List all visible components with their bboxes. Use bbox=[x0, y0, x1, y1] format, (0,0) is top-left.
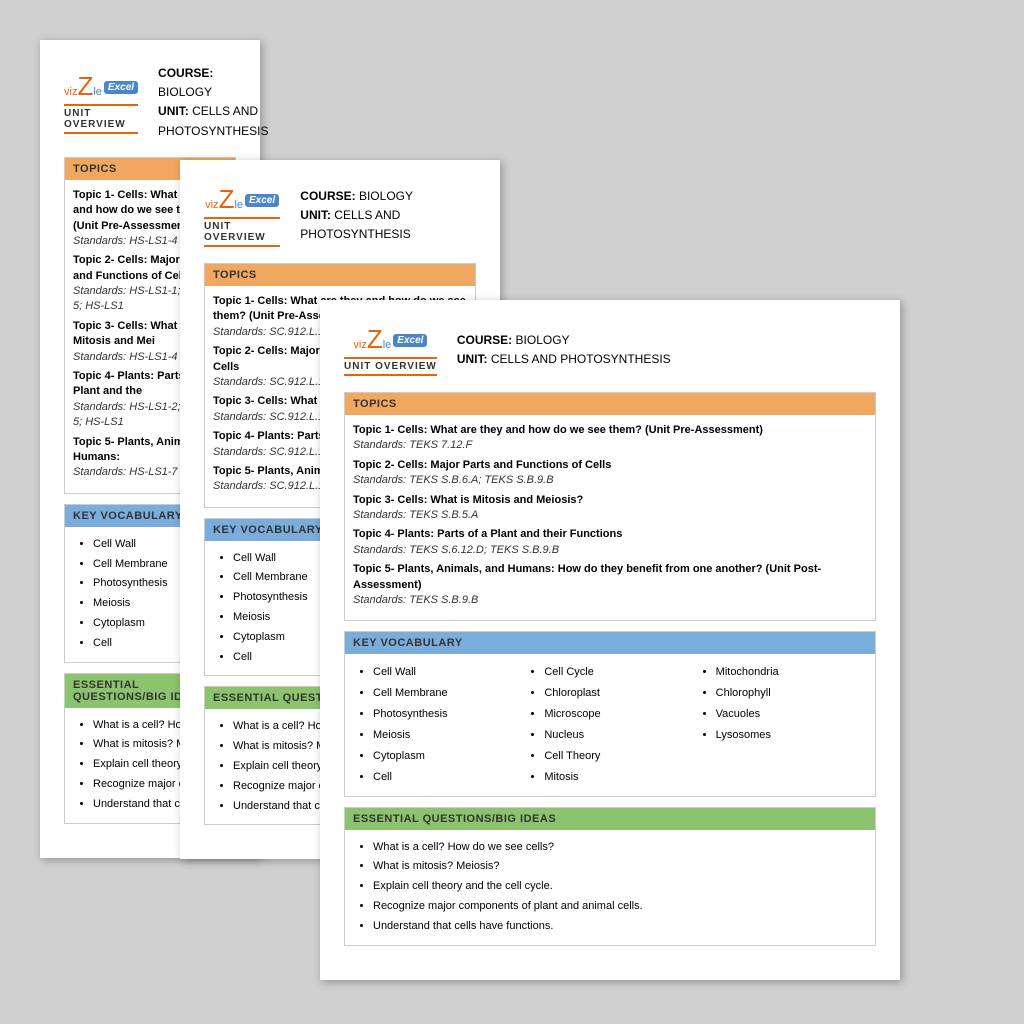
logo-viz-2: viz bbox=[205, 199, 218, 211]
unit-overview-label-3: UNIT OVERVIEW bbox=[344, 357, 437, 376]
course-label-3: COURSE: bbox=[457, 333, 512, 347]
vocab-item: Mitochondria bbox=[716, 662, 867, 683]
course-label-2: COURSE: bbox=[300, 189, 355, 203]
topics-section-3: TOPICS Topic 1- Cells: What are they and… bbox=[344, 392, 876, 621]
logo-area-1: vizZleExcel UNIT OVERVIEW bbox=[64, 71, 138, 134]
vocab-item: Nucleus bbox=[544, 725, 695, 746]
topics-header-3: TOPICS bbox=[345, 393, 875, 415]
essential-body-3: What is a cell? How do we see cells? Wha… bbox=[345, 830, 875, 945]
unit-overview-label-1: UNIT OVERVIEW bbox=[64, 104, 138, 134]
main-wrapper: vizZleExcel UNIT OVERVIEW COURSE: Biolog… bbox=[20, 20, 930, 1000]
unit-overview-label-2: UNIT OVERVIEW bbox=[204, 217, 280, 247]
topic-3-4-title: Topic 4- Plants: Parts of a Plant and th… bbox=[353, 527, 867, 542]
unit-label-2: UNIT: bbox=[300, 208, 331, 222]
logo-le-1: le bbox=[93, 86, 102, 98]
logo-le-3: le bbox=[383, 339, 392, 351]
topic-3-2-std: Standards: TEKS S.B.6.A; TEKS S.B.9.B bbox=[353, 473, 867, 488]
essential-header-3: ESSENTIAL QUESTIONS/BIG IDEAS bbox=[345, 808, 875, 830]
logo-excel-1: Excel bbox=[104, 81, 138, 94]
course-line-2: COURSE: Biology bbox=[300, 187, 476, 206]
course-info-2: COURSE: Biology UNIT: Cells and Photosyn… bbox=[300, 187, 476, 245]
course-value-1: Biology bbox=[158, 85, 212, 99]
logo-area-3: vizZleExcel UNIT OVERVIEW bbox=[344, 324, 437, 376]
course-label-1: COURSE: bbox=[158, 66, 213, 80]
topics-body-3: Topic 1- Cells: What are they and how do… bbox=[345, 415, 875, 620]
essential-item: Understand that cells have functions. bbox=[373, 917, 867, 937]
vocab-item: Cytoplasm bbox=[373, 746, 524, 767]
topic-3-4: Topic 4- Plants: Parts of a Plant and th… bbox=[353, 527, 867, 558]
essential-section-3: ESSENTIAL QUESTIONS/BIG IDEAS What is a … bbox=[344, 807, 876, 946]
logo-z-3: Z bbox=[367, 324, 383, 354]
vocab-grid-3: Cell Wall Cell Membrane Photosynthesis M… bbox=[353, 662, 867, 787]
unit-value-3: Cells and Photosynthesis bbox=[491, 352, 671, 366]
vocab-item: Chlorophyll bbox=[716, 683, 867, 704]
unit-line-3: UNIT: Cells and Photosynthesis bbox=[457, 350, 671, 369]
logo-z-1: Z bbox=[77, 71, 93, 101]
course-line-3: COURSE: Biology bbox=[457, 331, 671, 350]
header-2: vizZleExcel UNIT OVERVIEW COURSE: Biolog… bbox=[204, 184, 476, 247]
course-value-3: Biology bbox=[516, 333, 570, 347]
topic-3-2: Topic 2- Cells: Major Parts and Function… bbox=[353, 458, 867, 489]
vocab-item: Lysosomes bbox=[716, 725, 867, 746]
essential-item: Explain cell theory and the cell cycle. bbox=[373, 877, 867, 897]
vocab-col-1: Cell Wall Cell Membrane Photosynthesis M… bbox=[353, 662, 524, 787]
topic-3-3: Topic 3- Cells: What is Mitosis and Meio… bbox=[353, 493, 867, 524]
vocab-item: Microscope bbox=[544, 704, 695, 725]
course-value-2: Biology bbox=[359, 189, 413, 203]
essential-list-3: What is a cell? How do we see cells? Wha… bbox=[353, 838, 867, 937]
topic-3-3-std: Standards: TEKS S.B.5.A bbox=[353, 508, 867, 523]
topic-3-1-std: Standards: TEKS 7.12.F bbox=[353, 438, 867, 453]
topic-3-2-title: Topic 2- Cells: Major Parts and Function… bbox=[353, 458, 867, 473]
topic-3-1: Topic 1- Cells: What are they and how do… bbox=[353, 423, 867, 454]
unit-line-2: UNIT: Cells and Photosynthesis bbox=[300, 206, 476, 244]
vocab-item: Vacuoles bbox=[716, 704, 867, 725]
logo-viz-3: viz bbox=[353, 339, 366, 351]
essential-item: What is a cell? How do we see cells? bbox=[373, 838, 867, 858]
unit-label-3: UNIT: bbox=[457, 352, 488, 366]
vocab-section-3: KEY VOCABULARY Cell Wall Cell Membrane P… bbox=[344, 631, 876, 796]
topics-header-2: TOPICS bbox=[205, 264, 475, 286]
course-info-3: COURSE: Biology UNIT: Cells and Photosyn… bbox=[457, 331, 671, 369]
vocab-item: Cell bbox=[373, 767, 524, 788]
vocab-item: Photosynthesis bbox=[373, 704, 524, 725]
header-3: vizZleExcel UNIT OVERVIEW COURSE: Biolog… bbox=[344, 324, 876, 376]
vocab-item: Meiosis bbox=[373, 725, 524, 746]
topic-3-5-title: Topic 5- Plants, Animals, and Humans: Ho… bbox=[353, 562, 867, 593]
essential-item: What is mitosis? Meiosis? bbox=[373, 857, 867, 877]
topic-3-3-title: Topic 3- Cells: What is Mitosis and Meio… bbox=[353, 493, 867, 508]
logo-z-2: Z bbox=[219, 184, 235, 214]
course-info-1: COURSE: Biology UNIT: Cells and Photosyn… bbox=[158, 64, 268, 141]
essential-item: Recognize major components of plant and … bbox=[373, 897, 867, 917]
logo-le-2: le bbox=[234, 199, 243, 211]
page-3: vizZleExcel UNIT OVERVIEW COURSE: Biolog… bbox=[320, 300, 900, 980]
topic-3-1-title: Topic 1- Cells: What are they and how do… bbox=[353, 423, 867, 438]
topic-3-4-std: Standards: TEKS S.6.12.D; TEKS S.B.9.B bbox=[353, 543, 867, 558]
vocab-col-2: Cell Cycle Chloroplast Microscope Nucleu… bbox=[524, 662, 695, 787]
logo-viz-1: viz bbox=[64, 86, 77, 98]
topic-3-5: Topic 5- Plants, Animals, and Humans: Ho… bbox=[353, 562, 867, 608]
vocab-item: Mitosis bbox=[544, 767, 695, 788]
logo-excel-3: Excel bbox=[393, 334, 427, 347]
vocab-col-3: Mitochondria Chlorophyll Vacuoles Lysoso… bbox=[696, 662, 867, 787]
logo-1: vizZleExcel bbox=[64, 71, 138, 102]
vocab-item: Cell Theory bbox=[544, 746, 695, 767]
unit-label-1: UNIT: bbox=[158, 104, 189, 118]
header-1: vizZleExcel UNIT OVERVIEW COURSE: Biolog… bbox=[64, 64, 236, 141]
logo-2: vizZleExcel bbox=[205, 184, 279, 215]
vocab-body-3: Cell Wall Cell Membrane Photosynthesis M… bbox=[345, 654, 875, 795]
logo-3: vizZleExcel bbox=[353, 324, 427, 355]
topic-3-5-std: Standards: TEKS S.B.9.B bbox=[353, 593, 867, 608]
logo-excel-2: Excel bbox=[245, 194, 279, 207]
vocab-header-3: KEY VOCABULARY bbox=[345, 632, 875, 654]
vocab-item: Cell Cycle bbox=[544, 662, 695, 683]
course-line-1: COURSE: Biology bbox=[158, 64, 268, 102]
logo-area-2: vizZleExcel UNIT OVERVIEW bbox=[204, 184, 280, 247]
vocab-item: Cell Wall bbox=[373, 662, 524, 683]
unit-line-1: UNIT: Cells and Photosynthesis bbox=[158, 102, 268, 140]
vocab-item: Cell Membrane bbox=[373, 683, 524, 704]
vocab-item: Chloroplast bbox=[544, 683, 695, 704]
